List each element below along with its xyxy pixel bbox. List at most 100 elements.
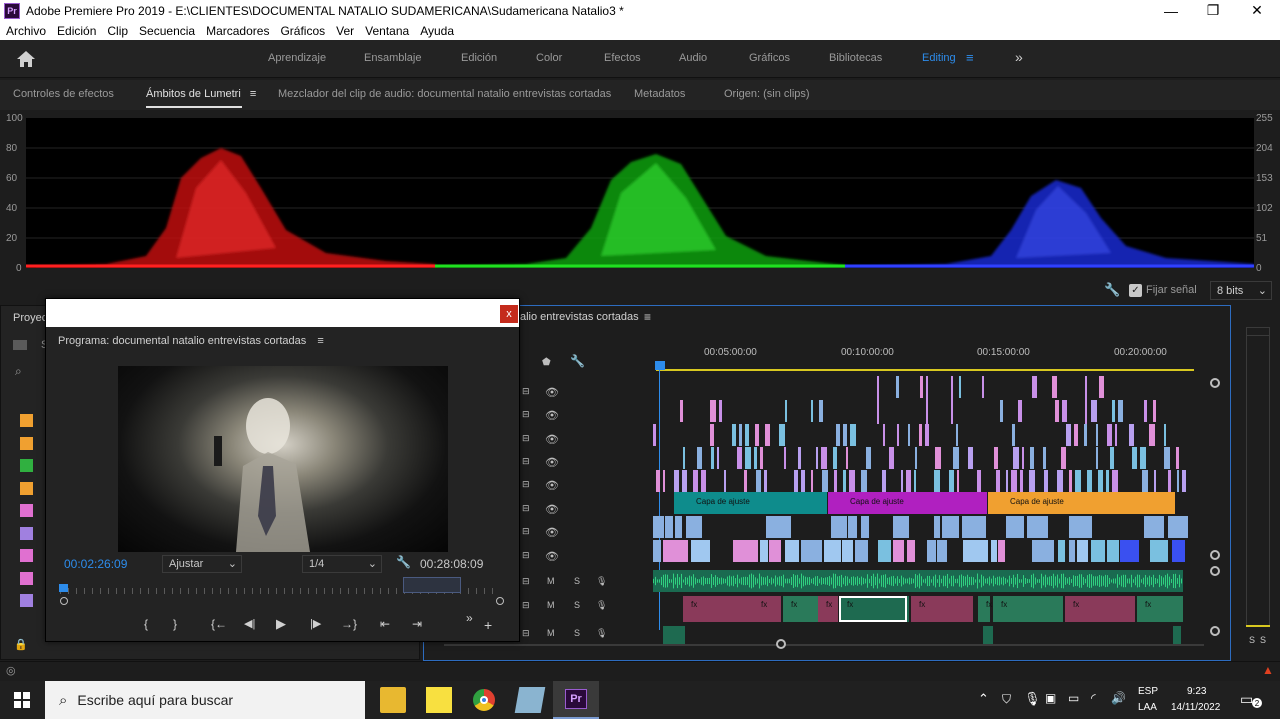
horizontal-scrollbar[interactable] [444,644,1204,646]
vertical-scroll-bottom-handle[interactable] [1210,550,1220,560]
eye-icon[interactable]: 👁 [545,503,559,516]
panel-menu-icon[interactable]: ≡ [250,88,256,100]
language-bottom[interactable]: LAA [1138,702,1157,713]
track-output-icon[interactable]: ⊟ [522,409,530,420]
zoom-right-handle[interactable] [496,597,504,605]
more-workspaces-icon[interactable]: » [1015,49,1023,65]
mute-button[interactable]: M [547,576,555,586]
voiceover-icon[interactable]: 🎙 [596,600,607,611]
program-current-timecode[interactable]: 00:02:26:09 [64,557,127,571]
timeline-sequence-tab[interactable]: alio entrevistas cortadas [520,311,639,323]
warning-icon[interactable]: ▲ [1262,663,1274,677]
eye-icon[interactable]: 👁 [545,433,559,446]
voiceover-icon[interactable]: 🎙 [596,628,607,639]
wrench-icon[interactable]: 🔧 [1104,282,1120,298]
volume-icon[interactable]: 🔊 [1111,691,1126,705]
chrome-icon[interactable] [471,687,497,713]
app-icon[interactable] [514,687,546,713]
menu-clip[interactable]: Clip [107,24,128,38]
resolution-select[interactable]: 1/4 ⌄ [302,555,382,573]
bit-depth-select[interactable]: 8 bits ⌄ [1210,281,1272,300]
display-icon[interactable]: ▣ [1045,691,1056,705]
voiceover-icon[interactable]: 🎙 [596,576,607,587]
mark-out-button[interactable]: } [173,617,177,631]
track-output-icon[interactable]: ⊟ [522,550,530,561]
adjustment-clip-2[interactable]: Capa de ajuste [828,492,987,514]
menu-edicion[interactable]: Edición [57,24,96,38]
eye-icon[interactable]: 👁 [545,409,559,422]
workspace-efectos[interactable]: Efectos [604,52,641,64]
audio-scroll-top-handle[interactable] [1210,566,1220,576]
security-icon[interactable]: ⛉ [1002,692,1011,707]
workspace-ensamblaje[interactable]: Ensamblaje [364,52,421,64]
home-icon[interactable] [16,50,36,68]
eye-icon[interactable]: 👁 [545,526,559,539]
menu-ayuda[interactable]: Ayuda [420,24,454,38]
file-explorer-icon[interactable] [380,687,406,713]
mute-button[interactable]: M [547,628,555,638]
playhead-handle[interactable] [655,361,665,370]
tab-origen[interactable]: Origen: (sin clips) [724,88,810,100]
adjustment-clip-1[interactable]: Capa de ajuste [674,492,827,514]
solo-button[interactable]: S [574,600,580,610]
close-program-window-button[interactable]: x [500,305,518,323]
zoom-left-handle[interactable] [60,597,68,605]
step-back-button[interactable]: ◀| [244,617,255,630]
battery-icon[interactable]: ▭ [1068,691,1079,705]
close-window-button[interactable]: ✕ [1234,0,1280,21]
workspace-bibliotecas[interactable]: Bibliotecas [829,52,882,64]
button-editor-icon[interactable]: + [484,617,492,633]
audio-meter-solo-left[interactable]: S [1249,635,1255,645]
workspace-edicion[interactable]: Edición [461,52,497,64]
language-top[interactable]: ESP [1138,686,1158,697]
notifications-icon[interactable]: ▭ [1240,691,1253,708]
menu-graficos[interactable]: Gráficos [280,24,325,38]
fit-select[interactable]: Ajustar ⌄ [162,555,242,573]
track-output-icon[interactable]: ⊟ [522,386,530,397]
lift-button[interactable]: ⇤ [380,617,390,631]
program-menu-icon[interactable]: ≡ [317,335,323,347]
program-window-header[interactable]: x [46,299,519,327]
audio-track-icon[interactable]: ⊟ [522,576,530,587]
eye-icon[interactable]: 👁 [545,479,559,492]
tab-metadatos[interactable]: Metadatos [634,88,685,100]
workspace-graficos[interactable]: Gráficos [749,52,790,64]
show-hidden-icons[interactable]: ⌃ [978,691,989,707]
solo-button[interactable]: S [574,628,580,638]
audio-scroll-bottom-handle[interactable] [1210,626,1220,636]
vertical-scroll-top-handle[interactable] [1210,378,1220,388]
menu-ver[interactable]: Ver [336,24,354,38]
extract-button[interactable]: ⇥ [412,617,422,631]
mute-button[interactable]: M [547,600,555,610]
work-area-bar[interactable] [656,369,1194,371]
audio-meter-solo-right[interactable]: S [1260,635,1266,645]
mark-in-button[interactable]: { [144,617,148,631]
marker-icon[interactable]: ⬟ [542,357,551,368]
wifi-icon[interactable]: ◜ [1091,691,1096,705]
track-output-icon[interactable]: ⊟ [522,503,530,514]
tab-mezclador-audio[interactable]: Mezclador del clip de audio: documental … [278,88,611,100]
program-playhead[interactable] [59,584,68,592]
project-tab[interactable]: Proyec [13,312,47,324]
sticky-notes-icon[interactable] [426,687,452,713]
audio-track-icon[interactable]: ⊟ [522,628,530,639]
fijar-senal-checkbox[interactable]: ✓ [1129,284,1142,297]
clock-time[interactable]: 9:23 [1187,686,1206,697]
go-to-in-button[interactable]: {← [211,617,227,631]
microphone-icon[interactable]: 🎙 [1024,691,1041,707]
step-forward-button[interactable]: |▶ [310,617,321,630]
play-button[interactable]: ▶ [276,616,286,632]
workspace-editing[interactable]: Editing [922,52,956,64]
premiere-taskbar-button[interactable]: Pr [553,681,599,719]
tab-controles-efectos[interactable]: Controles de efectos [13,88,114,100]
workspace-menu-icon[interactable]: ≡ [966,50,974,65]
timeline-wrench-icon[interactable]: 🔧 [570,354,585,368]
eye-icon[interactable]: 👁 [545,386,559,399]
taskbar-search-box[interactable]: ⌕ Escribe aquí para buscar [45,681,365,719]
more-controls-button[interactable]: » [466,611,473,625]
solo-button[interactable]: S [574,576,580,586]
adjustment-clip-3[interactable]: Capa de ajuste [988,492,1175,514]
audio-track-icon[interactable]: ⊟ [522,600,530,611]
track-output-icon[interactable]: ⊟ [522,526,530,537]
eye-icon[interactable]: 👁 [545,550,559,563]
